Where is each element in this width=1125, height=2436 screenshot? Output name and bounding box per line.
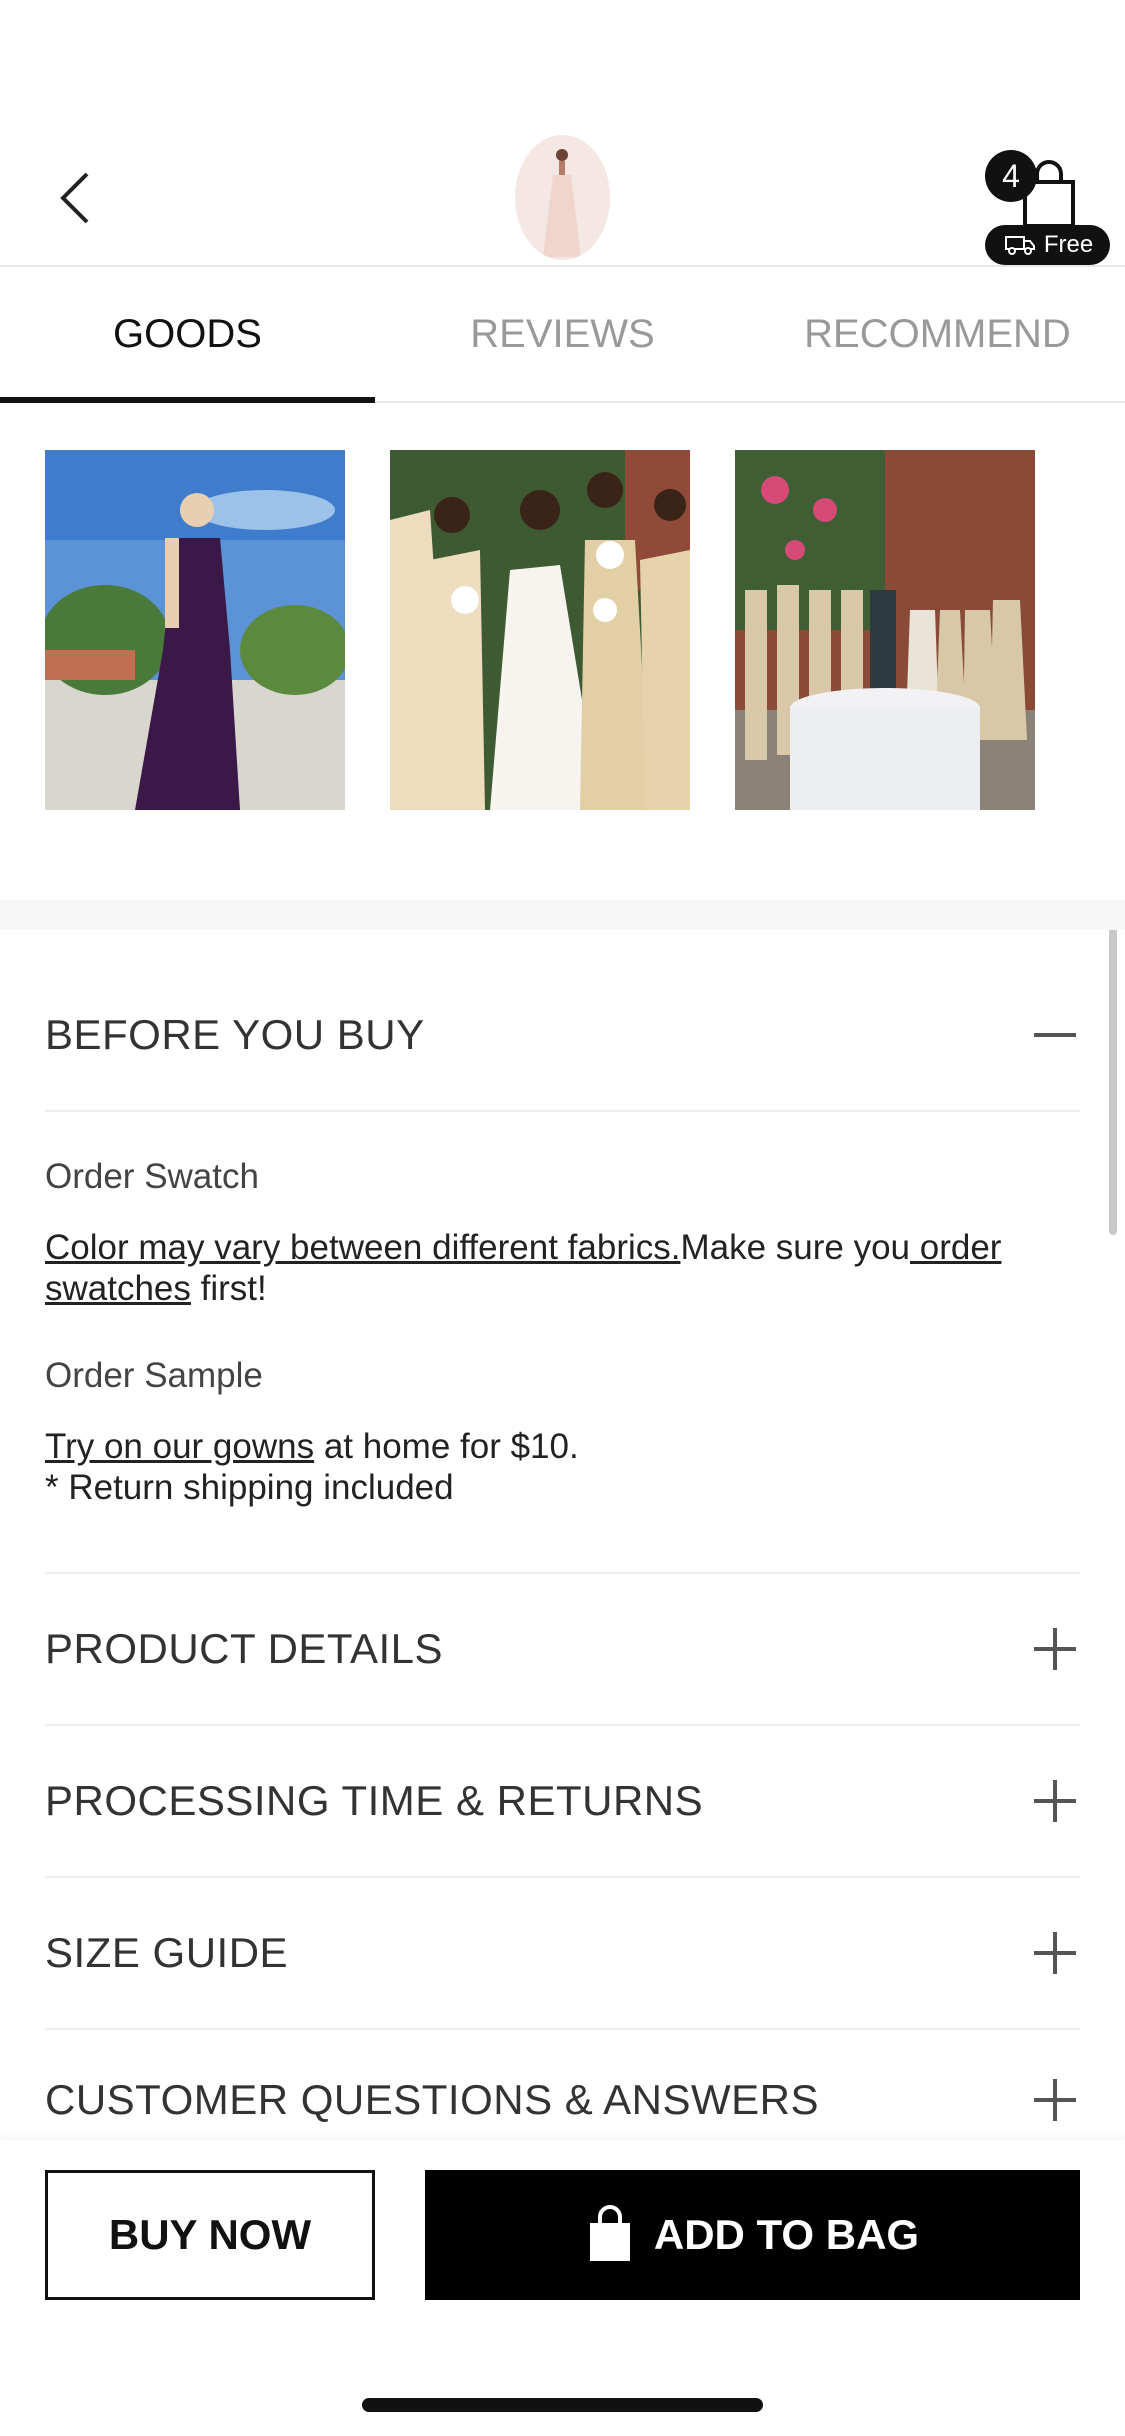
tab-bar: GOODS REVIEWS RECOMMEND	[0, 265, 1125, 403]
section-title: PRODUCT DETAILS	[45, 1625, 444, 1672]
try-on-gowns-link[interactable]: Try on our gowns	[45, 1427, 314, 1466]
review-photo[interactable]	[390, 450, 690, 810]
bottom-action-bar: BUY NOW ADD TO BAG	[0, 2140, 1125, 2436]
dress-thumbnail-image	[515, 135, 610, 260]
cart-count-badge: 4	[985, 150, 1037, 202]
swatch-text: Make sure you	[680, 1228, 911, 1267]
back-button[interactable]	[45, 160, 105, 235]
section-divider	[0, 900, 1125, 930]
review-photo[interactable]	[735, 450, 1035, 810]
chevron-left-icon	[60, 172, 89, 223]
review-photo[interactable]	[45, 450, 345, 810]
accordion-product-details[interactable]: PRODUCT DETAILS	[45, 1574, 1080, 1726]
order-swatch-title: Order Swatch	[45, 1157, 259, 1196]
scrollbar[interactable]	[1109, 900, 1117, 1235]
accordion-processing-returns[interactable]: PROCESSING TIME & RETURNS	[45, 1726, 1080, 1878]
accordion-before-you-buy[interactable]: BEFORE YOU BUY	[45, 960, 1080, 1112]
header-bar: 4 Free	[0, 0, 1125, 265]
plus-icon[interactable]	[1030, 1624, 1080, 1674]
tab-recommend[interactable]: RECOMMEND	[750, 267, 1125, 401]
section-title: CUSTOMER QUESTIONS & ANSWERS	[45, 2076, 819, 2123]
review-photos-carousel[interactable]	[0, 400, 1125, 1235]
order-sample-text: Try on our gowns at home for $10. * Retu…	[45, 1426, 1080, 1508]
free-shipping-badge: Free	[985, 225, 1110, 265]
section-title: SIZE GUIDE	[45, 1929, 289, 1976]
order-swatch-text: Color may vary between different fabrics…	[45, 1227, 1080, 1309]
section-title: PROCESSING TIME & RETURNS	[45, 1777, 704, 1824]
plus-icon[interactable]	[1030, 2075, 1080, 2125]
delivery-truck-icon	[1004, 236, 1035, 255]
product-thumbnail[interactable]	[515, 135, 610, 260]
section-title: BEFORE YOU BUY	[45, 1011, 425, 1058]
order-sample-title: Order Sample	[45, 1356, 263, 1395]
add-to-bag-label: ADD TO BAG	[653, 2211, 920, 2258]
free-shipping-label: Free	[1043, 231, 1094, 258]
return-shipping-note: * Return shipping included	[45, 1468, 454, 1507]
home-indicator[interactable]	[362, 2398, 763, 2412]
before-you-buy-content: Order Swatch Color may vary between diff…	[45, 1110, 1080, 1508]
add-to-bag-button[interactable]: ADD TO BAG	[425, 2170, 1080, 2300]
minus-icon[interactable]	[1030, 1010, 1080, 1060]
accordion-size-guide[interactable]: SIZE GUIDE	[45, 1878, 1080, 2030]
swatch-text-end: first!	[190, 1269, 267, 1308]
tab-goods[interactable]: GOODS	[0, 267, 375, 403]
tab-reviews[interactable]: REVIEWS	[375, 267, 750, 401]
cart-button[interactable]: 4 Free	[985, 150, 1110, 265]
sample-text: at home for $10.	[314, 1427, 579, 1466]
plus-icon[interactable]	[1030, 1928, 1080, 1978]
buy-now-button[interactable]: BUY NOW	[45, 2170, 375, 2300]
fabric-color-link[interactable]: Color may vary between different fabrics…	[45, 1228, 680, 1267]
plus-icon[interactable]	[1030, 1776, 1080, 1826]
shopping-bag-icon	[589, 2205, 630, 2261]
